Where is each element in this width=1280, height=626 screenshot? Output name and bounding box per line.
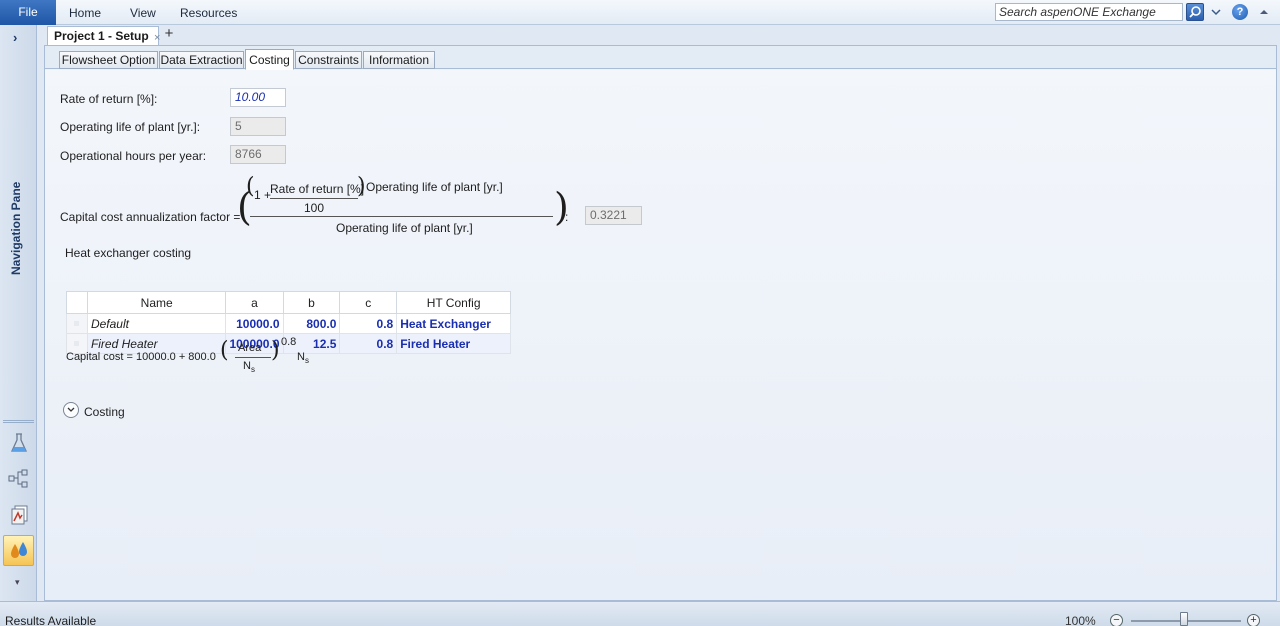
nav-button-flowsheet[interactable]: [3, 463, 34, 494]
table-header-row: Name a b c HT Config: [66, 291, 511, 314]
cell-c[interactable]: 0.8: [339, 333, 398, 354]
content-frame: Flowsheet Option Data Extraction Costing…: [44, 45, 1277, 601]
formula-denominator: Operating life of plant [yr.]: [336, 221, 473, 235]
search-icon: [1189, 6, 1201, 18]
zoom-slider-thumb[interactable]: [1180, 612, 1188, 626]
row-selector[interactable]: [66, 313, 88, 334]
table-row[interactable]: Default 10000.0 800.0 0.8 Heat Exchanger: [66, 313, 511, 334]
costing-section-label[interactable]: Costing: [84, 405, 125, 419]
navigation-pane: › Navigation Pane ▾: [0, 25, 37, 601]
report-icon: [11, 505, 27, 524]
search-button[interactable]: [1186, 3, 1204, 21]
nav-button-report[interactable]: [3, 499, 34, 530]
add-tab-button[interactable]: +: [161, 26, 177, 42]
formula-one-plus: 1 +: [254, 188, 272, 202]
view-menu[interactable]: View: [130, 6, 156, 20]
operating-life-input: 5: [230, 117, 286, 136]
tab-costing[interactable]: Costing: [245, 49, 294, 70]
menu-bar: File Home View Resources Search aspenONE…: [0, 0, 1280, 25]
formula-rate-numerator: Rate of return [%]: [270, 182, 365, 196]
nav-button-energy[interactable]: [3, 535, 34, 566]
operational-hours-label: Operational hours per year:: [60, 149, 207, 163]
annualization-formula-label: Capital cost annualization factor =: [60, 210, 241, 224]
tab-information[interactable]: Information: [363, 51, 435, 69]
status-bar: Results Available 100% − +: [0, 601, 1280, 626]
rate-of-return-label: Rate of return [%]:: [60, 92, 158, 106]
formula-hundred: 100: [304, 201, 325, 215]
search-input[interactable]: Search aspenONE Exchange: [995, 3, 1183, 21]
expand-nav-chevron-icon[interactable]: ›: [13, 30, 17, 45]
tab-project-setup[interactable]: Project 1 - Setup ×: [47, 26, 160, 45]
energy-icon: [10, 541, 27, 558]
column-header-ht-config[interactable]: HT Config: [396, 291, 511, 314]
heat-exchanger-costing-title: Heat exchanger costing: [65, 246, 192, 260]
capital-trailing-ns: Ns: [297, 351, 309, 366]
nav-button-setup[interactable]: [3, 427, 34, 458]
file-menu-button[interactable]: File: [0, 0, 56, 25]
column-header-b[interactable]: b: [282, 291, 341, 314]
chevron-down-icon[interactable]: [1208, 4, 1224, 20]
column-header-c[interactable]: c: [339, 291, 398, 314]
tab-constraints[interactable]: Constraints: [295, 51, 362, 69]
formula-exponent: Operating life of plant [yr.]: [366, 180, 503, 194]
status-text: Results Available: [5, 614, 97, 626]
zoom-level: 100%: [1065, 614, 1096, 626]
annualization-factor-output: 0.3221: [585, 206, 642, 225]
column-header-a[interactable]: a: [225, 291, 284, 314]
operational-hours-input: 8766: [230, 145, 286, 164]
tab-flowsheet-option[interactable]: Flowsheet Option: [59, 51, 158, 69]
capital-close-paren: ): [271, 338, 280, 363]
cell-ht-config[interactable]: Fired Heater: [396, 333, 511, 354]
formula-colon: :: [565, 210, 569, 224]
formula-inner-fraction-line: [270, 198, 358, 199]
nav-separator: [3, 420, 34, 423]
collapse-chevron-icon[interactable]: [63, 402, 79, 418]
document-tab-strip: Project 1 - Setup × +: [37, 25, 1280, 45]
rate-of-return-input[interactable]: 10.00: [230, 88, 286, 107]
help-icon[interactable]: ?: [1232, 4, 1248, 20]
capital-cost-formula-prefix: Capital cost = 10000.0 + 800.0: [66, 351, 216, 363]
flask-icon: [10, 432, 27, 452]
home-menu[interactable]: Home: [69, 6, 101, 20]
capital-exponent: 0.8: [281, 336, 297, 348]
capital-ns: Ns: [243, 360, 255, 375]
navigation-pane-label[interactable]: Navigation Pane: [9, 182, 23, 275]
subtab-strip: Flowsheet Option Data Extraction Costing…: [45, 46, 1276, 70]
nav-more-chevron-icon[interactable]: ▾: [15, 577, 20, 588]
row-selector-header: [66, 291, 88, 314]
cell-b[interactable]: 800.0: [282, 313, 341, 334]
tab-title: Project 1 - Setup: [54, 29, 149, 43]
capital-open-paren: (: [220, 338, 229, 363]
cell-a[interactable]: 10000.0: [225, 313, 284, 334]
capital-area: Area: [238, 342, 262, 354]
zoom-in-button[interactable]: +: [1247, 614, 1260, 626]
costing-panel: Rate of return [%]: 10.00 Operating life…: [45, 70, 1276, 600]
column-header-name[interactable]: Name: [86, 291, 227, 314]
capital-fraction-line: [235, 357, 271, 358]
flowsheet-icon: [8, 469, 27, 487]
operating-life-label: Operating life of plant [yr.]:: [60, 120, 201, 134]
formula-inner-close-paren: ): [357, 174, 366, 199]
cell-name[interactable]: Default: [86, 313, 227, 334]
tab-data-extraction[interactable]: Data Extraction: [159, 51, 244, 69]
caret-up-icon[interactable]: [1256, 4, 1272, 20]
formula-fraction-line: [250, 216, 553, 217]
cell-ht-config[interactable]: Heat Exchanger: [396, 313, 511, 334]
resources-menu[interactable]: Resources: [180, 6, 237, 20]
zoom-out-button[interactable]: −: [1110, 614, 1123, 626]
cell-c[interactable]: 0.8: [339, 313, 398, 334]
